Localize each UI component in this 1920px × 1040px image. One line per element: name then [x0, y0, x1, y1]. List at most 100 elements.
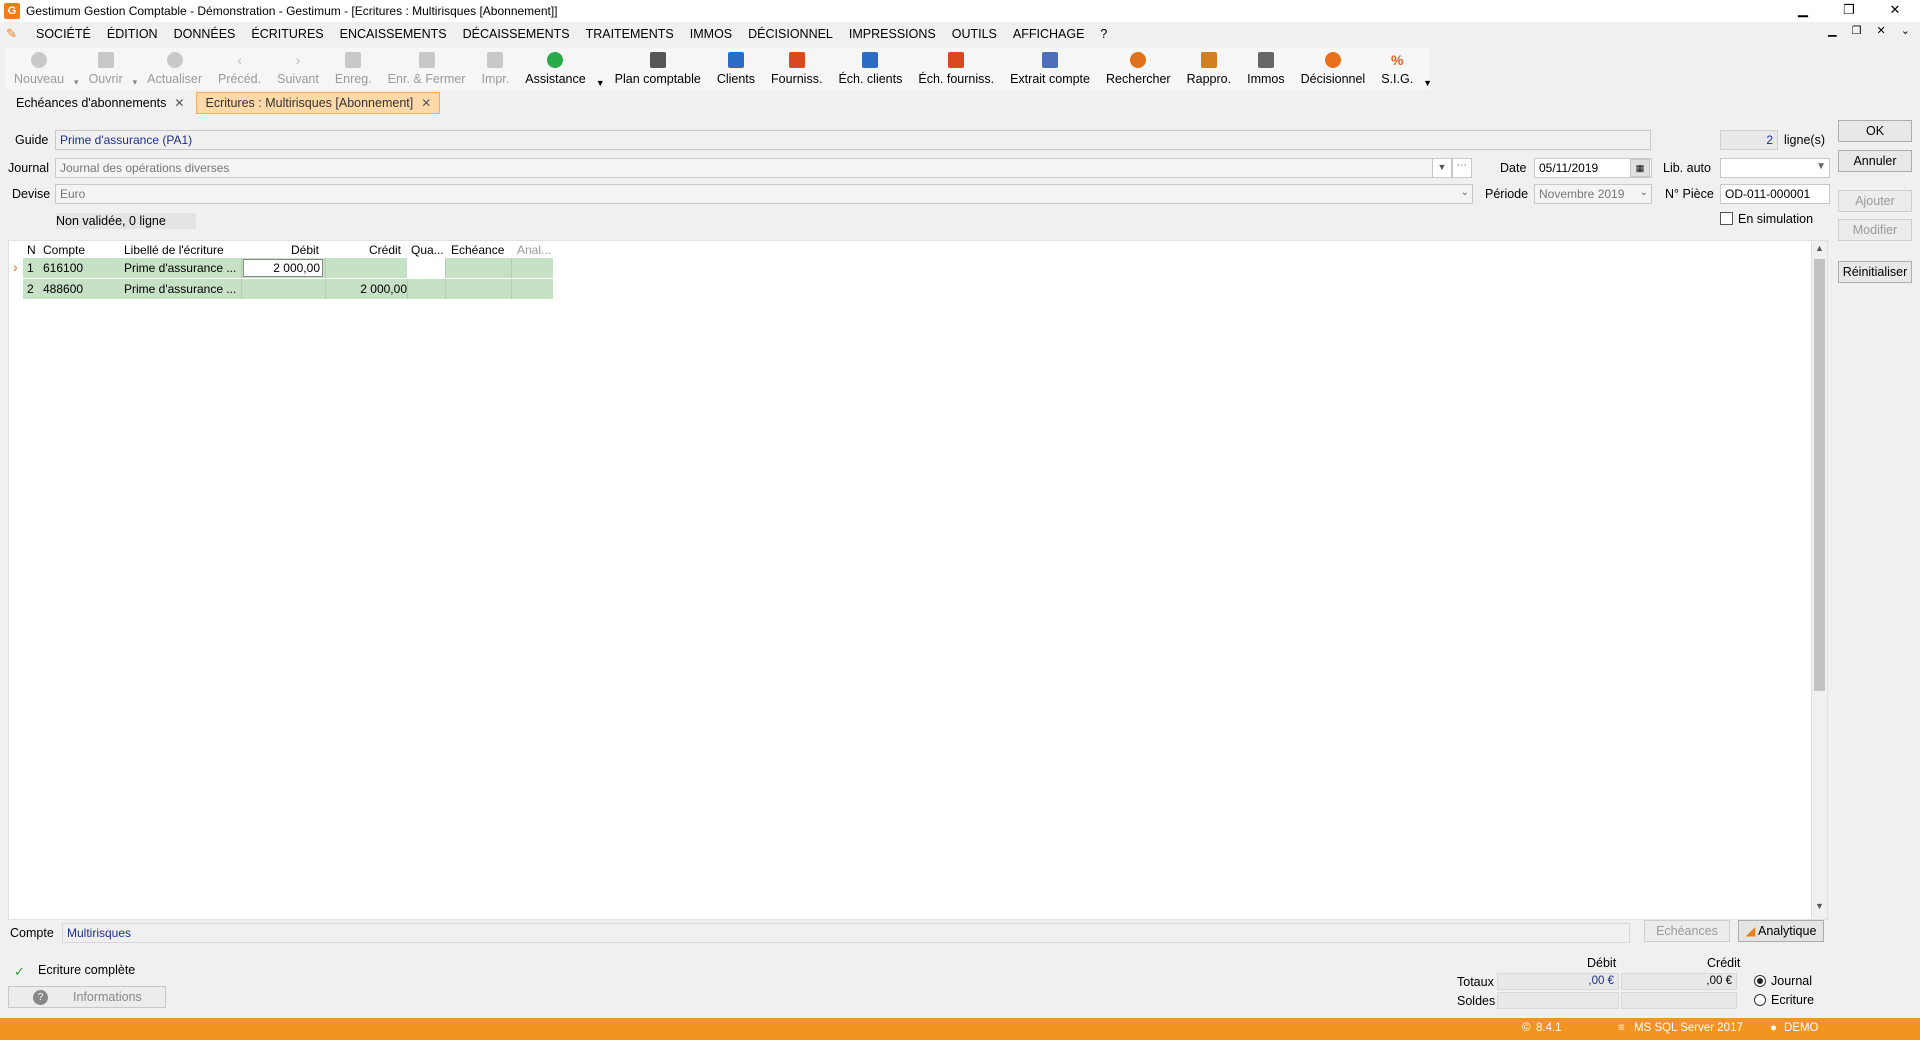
cell-quantite[interactable]	[407, 258, 445, 278]
toolbar-overflow-icon[interactable]: ▼	[594, 78, 607, 88]
fournisseurs-button[interactable]: Fourniss.	[763, 48, 830, 90]
cell-analytique[interactable]	[513, 258, 553, 278]
journal-browse-icon[interactable]: ⋯	[1452, 158, 1472, 178]
menu-help[interactable]: ?	[1092, 27, 1115, 41]
menu-immos[interactable]: IMMOS	[682, 27, 740, 41]
nouveau-dropdown-icon[interactable]: ▾	[72, 77, 81, 88]
enregistrer-fermer-button[interactable]: Enr. & Fermer	[380, 48, 474, 90]
echeances-clients-button[interactable]: Éch. clients	[830, 48, 910, 90]
restore-button[interactable]: ❐	[1826, 0, 1872, 22]
cell-compte[interactable]: 616100	[43, 258, 83, 278]
echeances-button[interactable]: Echéances	[1644, 920, 1730, 942]
toolbar-overflow-icon[interactable]: ▼	[1421, 78, 1434, 88]
col-header-n[interactable]: N	[27, 243, 36, 257]
document-menu-icon[interactable]: ✎	[6, 26, 24, 42]
piece-field[interactable]: OD-011-000001	[1720, 184, 1830, 204]
table-row[interactable]: 1 616100 Prime d'assurance ... 2 000,00	[23, 258, 553, 278]
devise-select[interactable]: Euro ⌄	[55, 184, 1473, 204]
minimize-button[interactable]: ▁	[1780, 0, 1826, 22]
totals-debit-header: Débit	[1587, 956, 1617, 970]
simulation-checkbox[interactable]	[1720, 212, 1733, 225]
entries-grid[interactable]: N Compte Libellé de l'écriture Débit Cré…	[8, 240, 1828, 920]
cell-credit[interactable]: 2 000,00	[327, 279, 407, 299]
cell-libelle[interactable]: Prime d'assurance ...	[124, 279, 240, 299]
col-header-echeance[interactable]: Echéance	[451, 243, 504, 257]
col-header-debit[interactable]: Débit	[291, 243, 319, 257]
menu-traitements[interactable]: TRAITEMENTS	[578, 27, 682, 41]
cell-analytique[interactable]	[513, 279, 553, 299]
rechercher-button[interactable]: Rechercher	[1098, 48, 1179, 90]
cell-credit[interactable]	[327, 258, 407, 278]
cell-quantite[interactable]	[409, 279, 445, 299]
suivant-button[interactable]: › Suivant	[269, 48, 327, 90]
clients-button[interactable]: Clients	[709, 48, 763, 90]
immos-button[interactable]: Immos	[1239, 48, 1293, 90]
annuler-button[interactable]: Annuler	[1838, 150, 1912, 172]
menu-edition[interactable]: ÉDITION	[99, 27, 166, 41]
mdi-window-controls[interactable]: ▁ ❐ ✕ ⌄	[1828, 24, 1916, 37]
tab-echeances-abonnements[interactable]: Echéances d'abonnements ✕	[8, 92, 192, 114]
scroll-up-icon[interactable]: ▲	[1815, 243, 1824, 253]
analytique-button[interactable]: ◢ Analytique	[1738, 920, 1824, 942]
echeances-fournisseurs-button[interactable]: Éch. fourniss.	[910, 48, 1002, 90]
close-icon[interactable]: ✕	[421, 96, 431, 110]
lignes-label: ligne(s)	[1784, 133, 1825, 147]
menu-outils[interactable]: OUTILS	[944, 27, 1005, 41]
cell-debit-editor[interactable]: 2 000,00	[243, 259, 323, 277]
imprimer-button[interactable]: Impr.	[473, 48, 517, 90]
menu-decaissements[interactable]: DÉCAISSEMENTS	[455, 27, 578, 41]
reinitialiser-button[interactable]: Réinitialiser	[1838, 261, 1912, 283]
ouvrir-button[interactable]: Ouvrir	[81, 48, 131, 90]
cell-echeance[interactable]	[447, 258, 511, 278]
cell-echeance[interactable]	[447, 279, 511, 299]
menu-decisionnel[interactable]: DÉCISIONNEL	[740, 27, 841, 41]
calendar-icon[interactable]: ▦	[1630, 159, 1650, 177]
close-icon[interactable]: ✕	[174, 96, 184, 110]
enregistrer-label: Enreg.	[334, 72, 372, 86]
menu-encaissements[interactable]: ENCAISSEMENTS	[332, 27, 455, 41]
enregistrer-button[interactable]: Enreg.	[327, 48, 380, 90]
journal-select[interactable]: Journal des opérations diverses	[55, 158, 1453, 178]
cell-libelle[interactable]: Prime d'assurance ...	[124, 258, 240, 278]
menu-societe[interactable]: SOCIÉTÉ	[28, 27, 99, 41]
col-header-credit[interactable]: Crédit	[369, 243, 401, 257]
actualiser-button[interactable]: Actualiser	[139, 48, 210, 90]
rapprochement-button[interactable]: Rappro.	[1179, 48, 1239, 90]
periode-select[interactable]: Novembre 2019 ⌄	[1534, 184, 1652, 204]
scroll-down-icon[interactable]: ▼	[1815, 901, 1824, 911]
echeances-fournisseurs-label: Éch. fourniss.	[918, 72, 995, 86]
informations-button[interactable]: ? Informations	[8, 986, 166, 1008]
col-header-quantite[interactable]: Qua...	[411, 243, 444, 257]
guide-field[interactable]: Prime d'assurance (PA1)	[55, 130, 1651, 150]
table-row[interactable]: 2 488600 Prime d'assurance ... 2 000,00	[23, 279, 553, 299]
ajouter-button[interactable]: Ajouter	[1838, 190, 1912, 212]
vertical-scrollbar[interactable]: ▲ ▼	[1811, 241, 1827, 919]
journal-dropdown-icon[interactable]: ▼	[1432, 158, 1452, 178]
cell-compte[interactable]: 488600	[43, 279, 83, 299]
libauto-select[interactable]: ▼	[1720, 158, 1830, 178]
sig-button[interactable]: % S.I.G.	[1373, 48, 1421, 90]
tab-ecritures-multirisques[interactable]: Ecritures : Multirisques [Abonnement] ✕	[196, 92, 441, 114]
radio-journal[interactable]	[1754, 975, 1766, 987]
col-header-analytique[interactable]: Anal...	[517, 243, 551, 257]
nouveau-button[interactable]: Nouveau	[6, 48, 72, 90]
scrollbar-thumb[interactable]	[1814, 259, 1825, 691]
cell-debit[interactable]	[243, 279, 323, 299]
menu-ecritures[interactable]: ÉCRITURES	[243, 27, 331, 41]
menu-impressions[interactable]: IMPRESSIONS	[841, 27, 944, 41]
col-header-libelle[interactable]: Libellé de l'écriture	[124, 243, 224, 257]
radio-ecriture[interactable]	[1754, 994, 1766, 1006]
compte-field[interactable]: Multirisques	[62, 923, 1630, 943]
menu-donnees[interactable]: DONNÉES	[166, 27, 244, 41]
assistance-button[interactable]: Assistance	[517, 48, 593, 90]
close-button[interactable]: ✕	[1872, 0, 1918, 22]
precedent-button[interactable]: ‹ Précéd.	[210, 48, 269, 90]
ouvrir-dropdown-icon[interactable]: ▾	[131, 77, 140, 88]
menu-affichage[interactable]: AFFICHAGE	[1005, 27, 1093, 41]
col-header-compte[interactable]: Compte	[43, 243, 85, 257]
modifier-button[interactable]: Modifier	[1838, 219, 1912, 241]
decisionnel-button[interactable]: Décisionnel	[1293, 48, 1374, 90]
extrait-compte-button[interactable]: Extrait compte	[1002, 48, 1098, 90]
plan-comptable-button[interactable]: Plan comptable	[607, 48, 709, 90]
ok-button[interactable]: OK	[1838, 120, 1912, 142]
